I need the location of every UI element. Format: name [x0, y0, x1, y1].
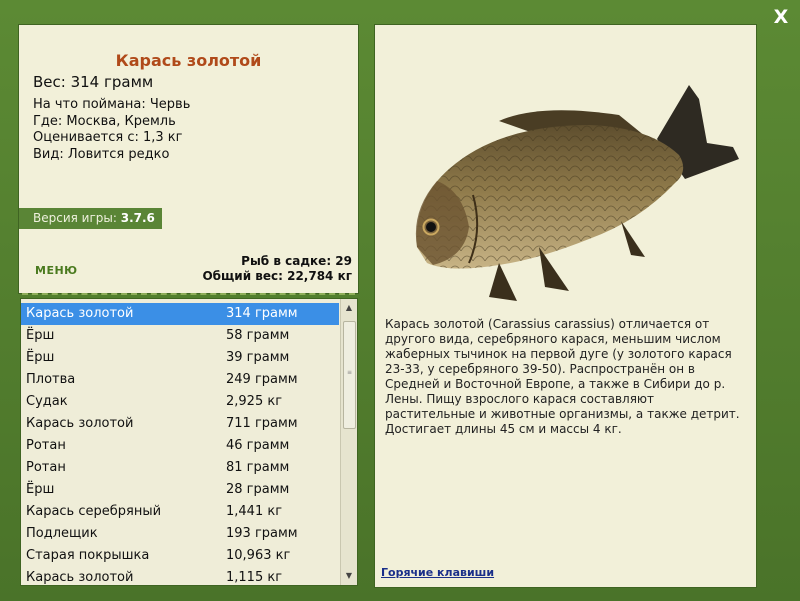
menu-button[interactable]: МЕНЮ	[35, 264, 78, 277]
item-name: Карась золотой	[26, 416, 134, 431]
hotkeys-link[interactable]: Горячие клавиши	[381, 566, 494, 579]
list-item[interactable]: Судак 2,925 кг	[21, 391, 339, 413]
fish-detail-panel: Карась золотой (Carassius carassius) отл…	[374, 24, 757, 588]
version-label: Версия игры:	[33, 211, 117, 225]
item-name: Ротан	[26, 460, 66, 475]
item-weight: 249 грамм	[226, 372, 298, 387]
item-weight: 10,963 кг	[226, 548, 291, 563]
carp-fish-image	[415, 85, 739, 301]
close-icon[interactable]: X	[768, 6, 794, 28]
list-item[interactable]: Карась золотой 1,115 кг	[21, 567, 339, 585]
arrow-up-icon[interactable]: ▲	[341, 301, 357, 315]
list-item[interactable]: Ротан 46 грамм	[21, 435, 339, 457]
list-item[interactable]: Ёрш 58 грамм	[21, 325, 339, 347]
item-weight: 58 грамм	[226, 328, 290, 343]
scroll-thumb[interactable]: ≡	[343, 321, 356, 429]
item-weight: 711 грамм	[226, 416, 298, 431]
item-weight: 46 грамм	[226, 438, 290, 453]
grip-icon: ≡	[347, 369, 353, 376]
item-name: Карась золотой	[26, 306, 134, 321]
item-weight: 314 грамм	[226, 306, 298, 321]
detail-rating: Оценивается с: 1,3 кг	[33, 130, 183, 145]
item-weight: 1,115 кг	[226, 570, 283, 585]
item-weight: 193 грамм	[226, 526, 298, 541]
fish-info-panel: Карась золотой Вес: 314 грамм На что пой…	[18, 24, 359, 294]
list-item[interactable]: Карась золотой 711 грамм	[21, 413, 339, 435]
item-name: Судак	[26, 394, 68, 409]
list-item[interactable]: Ёрш 28 грамм	[21, 479, 339, 501]
fish-name-title: Карась золотой	[115, 51, 262, 70]
divider	[22, 293, 355, 295]
item-name: Ёрш	[26, 350, 55, 365]
item-weight: 2,925 кг	[226, 394, 283, 409]
detail-bait: На что поймана: Червь	[33, 97, 191, 112]
total-weight: Общий вес: 22,784 кг	[202, 269, 352, 283]
list-item[interactable]: Карась золотой 314 грамм	[21, 303, 339, 325]
fish-count: Рыб в садке: 29	[241, 254, 352, 268]
list-item[interactable]: Подлещик 193 грамм	[21, 523, 339, 545]
arrow-down-icon[interactable]: ▼	[341, 569, 357, 583]
item-name: Карась серебряный	[26, 504, 162, 519]
list-scrollbar[interactable]: ▲ ≡ ▼	[340, 299, 357, 585]
list-item[interactable]: Карась серебряный 1,441 кг	[21, 501, 339, 523]
catch-list-rows: Карась золотой 314 грамм Ёрш 58 грамм Ёрш 3…	[21, 303, 339, 585]
list-item[interactable]: Плотва 249 грамм	[21, 369, 339, 391]
catch-stats: Рыб в садке: 29 Общий вес: 22,784 кг	[202, 254, 352, 284]
list-item[interactable]: Старая покрышка 10,963 кг	[21, 545, 339, 567]
catch-list[interactable]: Карась золотой 314 грамм Ёрш 58 грамм Ёрш 3…	[20, 298, 358, 586]
item-name: Ёрш	[26, 328, 55, 343]
list-item[interactable]: Ёрш 39 грамм	[21, 347, 339, 369]
item-name: Ёрш	[26, 482, 55, 497]
fish-details: На что поймана: Червь Где: Москва, Кремл…	[33, 97, 190, 163]
item-name: Подлещик	[26, 526, 98, 541]
detail-location: Где: Москва, Кремль	[33, 113, 176, 129]
fish-weight: Вес: 314 грамм	[33, 73, 154, 91]
item-name: Ротан	[26, 438, 66, 453]
item-name: Плотва	[26, 372, 76, 387]
version-value: 3.7.6	[120, 211, 155, 225]
list-item[interactable]: Ротан 81 грамм	[21, 457, 339, 479]
item-weight: 1,441 кг	[226, 504, 283, 519]
item-weight: 81 грамм	[226, 460, 290, 475]
item-name: Карась золотой	[26, 570, 134, 585]
item-name: Старая покрышка	[26, 548, 150, 563]
fish-description: Карась золотой (Carassius carassius) отл…	[385, 317, 740, 436]
item-weight: 28 грамм	[226, 482, 290, 497]
item-weight: 39 грамм	[226, 350, 290, 365]
version-badge: Версия игры: 3.7.6	[19, 208, 162, 229]
detail-rarity: Вид: Ловится редко	[33, 146, 170, 162]
